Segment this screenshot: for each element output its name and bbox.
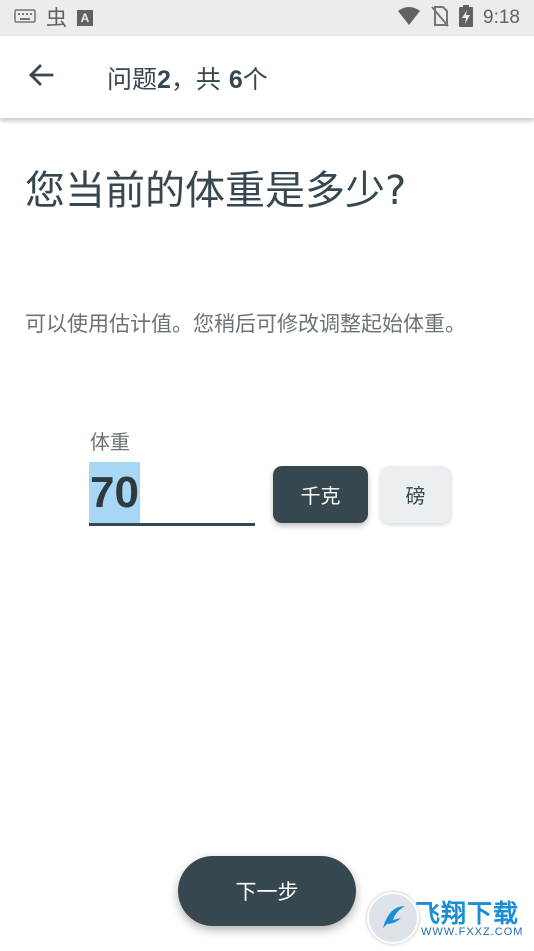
status-time: 9:18: [483, 7, 520, 28]
a-box-icon: A: [77, 10, 93, 26]
title-suffix: 个: [242, 65, 268, 94]
current-question-number: 2: [157, 66, 171, 94]
battery-charging-icon: [459, 5, 474, 31]
weight-value[interactable]: 70: [89, 462, 140, 523]
status-bar-notifications: 虫 A: [14, 6, 93, 30]
no-sim-icon: [431, 5, 449, 31]
status-bar-system: 9:18: [397, 5, 520, 31]
question-hint: 可以使用估计值。您稍后可修改调整起始体重。: [25, 312, 466, 336]
title-middle: ，共: [170, 65, 229, 94]
watermark-url: WWW.FXXZ.COM: [421, 926, 524, 938]
title-prefix: 问题: [107, 65, 158, 94]
question-title: 您当前的体重是多少?: [25, 168, 407, 214]
weight-input[interactable]: 70: [89, 462, 255, 526]
wifi-icon: [397, 6, 421, 30]
arrow-left-icon: [28, 62, 54, 92]
status-bar: 虫 A 9:18: [0, 0, 534, 36]
next-button[interactable]: 下一步: [178, 856, 356, 926]
watermark-text: 飞翔下载: [415, 899, 520, 928]
app-bar: 问题2，共 6个: [0, 36, 534, 119]
unit-kg-button[interactable]: 千克: [273, 466, 368, 523]
watermark: 飞翔下载 WWW.FXXZ.COM: [367, 892, 524, 944]
watermark-logo: [367, 892, 419, 944]
bug-icon: 虫: [46, 6, 67, 30]
keyboard-icon: [14, 8, 36, 28]
total-question-count: 6: [228, 66, 243, 94]
question-progress-title: 问题2，共 6个: [107, 60, 268, 96]
back-button[interactable]: [20, 56, 62, 98]
unit-lb-button[interactable]: 磅: [380, 466, 451, 523]
weight-label: 体重: [90, 430, 130, 454]
